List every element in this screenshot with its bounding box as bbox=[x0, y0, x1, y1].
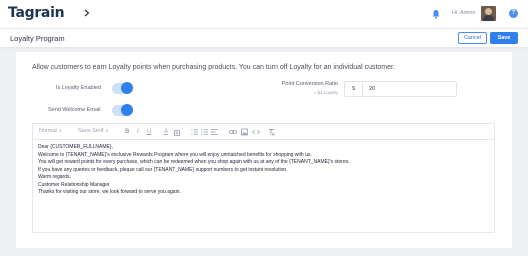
underline-icon[interactable]: U bbox=[147, 128, 151, 136]
cancel-button[interactable]: Cancel bbox=[458, 32, 487, 44]
greeting-text: Hi, Admin bbox=[452, 10, 476, 16]
link-icon[interactable] bbox=[229, 128, 237, 136]
editor-toolbar: Normal ⇕ Sans Serif ⇕ B I U A 1 2 bbox=[33, 124, 494, 140]
save-button[interactable]: Save bbox=[490, 32, 518, 44]
editor-line: Customer Relationship Manager bbox=[38, 181, 110, 188]
top-bar: Tagrain Hi, Admin ? bbox=[0, 0, 528, 28]
svg-text:2: 2 bbox=[191, 133, 193, 136]
code-icon[interactable] bbox=[252, 128, 260, 136]
italic-icon[interactable]: I bbox=[137, 128, 139, 136]
help-icon[interactable]: ? bbox=[509, 9, 518, 18]
editor-line: Welcome to {TENANT_NAME}'s exclusive Rew… bbox=[38, 151, 312, 158]
conversion-ratio-input[interactable]: $ 20 bbox=[344, 81, 457, 97]
page-title: Loyalty Program bbox=[10, 34, 65, 43]
conversion-ratio-value[interactable]: 20 bbox=[369, 82, 375, 96]
logo[interactable]: Tagrain bbox=[8, 5, 65, 21]
editor-line: You will get reward points for every pur… bbox=[38, 159, 350, 165]
settings-card: Allow customers to earn Loyalty points w… bbox=[16, 52, 512, 248]
clear-format-icon[interactable] bbox=[268, 128, 275, 136]
editor-line: Thanks for visiting our store. we look f… bbox=[38, 189, 181, 195]
svg-text:1: 1 bbox=[191, 129, 193, 132]
welcome-email-editor[interactable]: Normal ⇕ Sans Serif ⇕ B I U A 1 2 Dear {… bbox=[32, 123, 495, 233]
font-select-value: Sans Serif bbox=[78, 128, 104, 134]
editor-line: Warm regards, bbox=[38, 174, 71, 180]
toggle-knob bbox=[121, 104, 133, 116]
currency-prefix: $ bbox=[345, 82, 363, 96]
text-color-icon[interactable]: A bbox=[164, 128, 168, 136]
ordered-list-icon[interactable]: 1 2 bbox=[191, 128, 198, 136]
editor-line: Dear {CUSTOMER_FULLNAME}, bbox=[38, 144, 113, 150]
format-select-value: Normal bbox=[39, 128, 57, 134]
chevron-right-icon[interactable] bbox=[84, 9, 90, 17]
conversion-ratio-label: Point Conversion Ratio bbox=[281, 81, 338, 87]
chevron-updown-icon: ⇕ bbox=[58, 128, 63, 133]
align-left-icon[interactable] bbox=[211, 128, 218, 136]
page-header: Loyalty Program Cancel Save bbox=[0, 28, 528, 47]
welcome-email-toggle[interactable] bbox=[112, 104, 133, 116]
editor-content[interactable]: Dear {CUSTOMER_FULLNAME}, Welcome to {TE… bbox=[38, 144, 350, 197]
intro-text: Allow customers to earn Loyalty points w… bbox=[32, 64, 395, 71]
loyalty-enabled-toggle[interactable] bbox=[112, 82, 133, 94]
editor-line: If you have any queries or feedback, ple… bbox=[38, 166, 288, 173]
image-icon[interactable] bbox=[241, 128, 248, 136]
avatar[interactable] bbox=[481, 6, 496, 21]
notification-icon[interactable] bbox=[432, 9, 440, 19]
highlight-icon[interactable] bbox=[174, 129, 180, 137]
loyalty-enabled-label: Is Loyalty Enabled bbox=[56, 85, 101, 91]
toggle-knob bbox=[121, 82, 133, 94]
font-select[interactable]: Sans Serif ⇕ bbox=[78, 128, 109, 134]
bold-icon[interactable]: B bbox=[125, 128, 129, 136]
bullet-list-icon[interactable] bbox=[201, 128, 208, 136]
chevron-updown-icon: ⇕ bbox=[105, 128, 109, 133]
format-select[interactable]: Normal ⇕ bbox=[39, 128, 62, 134]
welcome-email-label: Send Welcome Email bbox=[48, 107, 101, 113]
conversion-ratio-sublabel: = $1 Loyalty bbox=[313, 90, 338, 95]
